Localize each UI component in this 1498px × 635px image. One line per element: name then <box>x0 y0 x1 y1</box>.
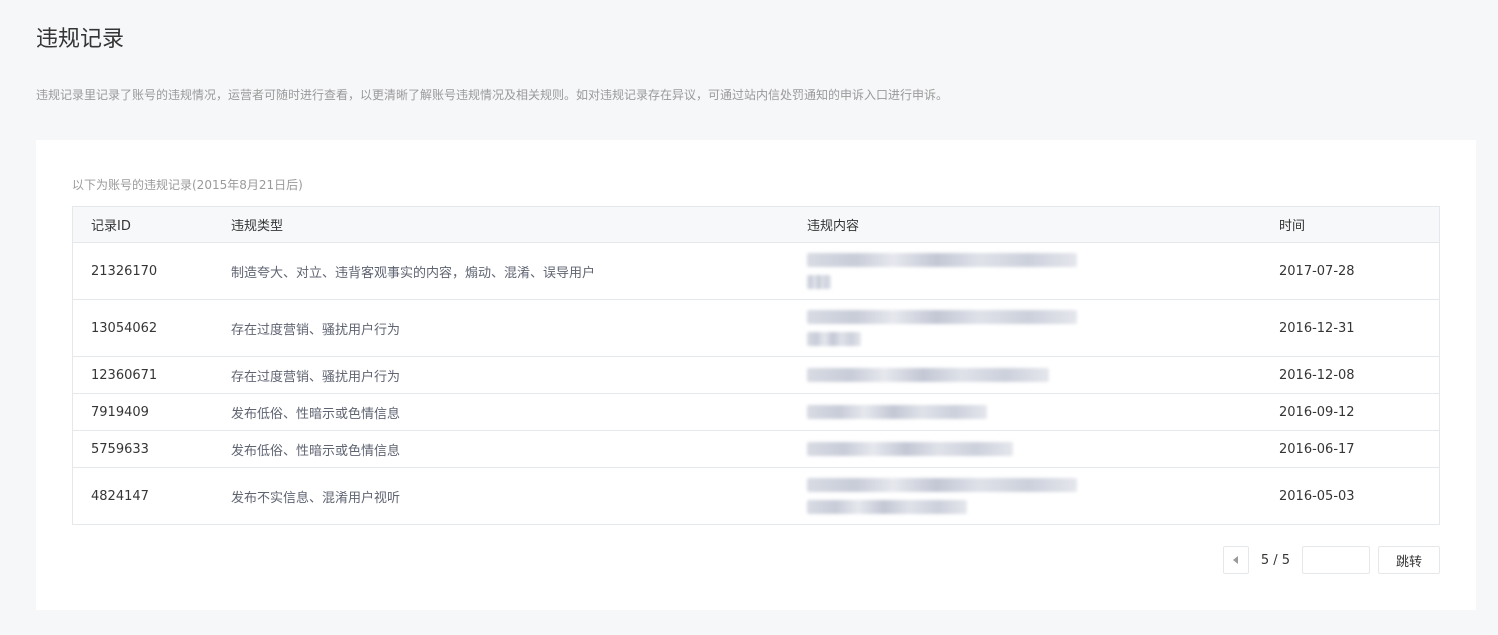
violation-type: 存在过度营销、骚扰用户行为 <box>231 299 807 357</box>
record-time: 2016-09-12 <box>1279 393 1440 431</box>
record-time: 2016-05-03 <box>1279 467 1440 525</box>
record-time: 2016-06-17 <box>1279 430 1440 468</box>
pagination: 5 / 5 跳转 <box>1222 546 1440 574</box>
page-header: 违规记录 违规记录里记录了账号的违规情况，运营者可随时进行查看，以更清晰了解账号… <box>0 0 1498 104</box>
table-row: 4824147 发布不实信息、混淆用户视听 2016-05-03 <box>72 467 1440 525</box>
record-id: 12360671 <box>72 356 231 394</box>
violation-content <box>807 299 1279 357</box>
triangle-left-icon <box>1233 556 1239 564</box>
column-header-time: 时间 <box>1279 206 1440 243</box>
table-row: 5759633 发布低俗、性暗示或色情信息 2016-06-17 <box>72 430 1440 468</box>
violation-type: 存在过度营销、骚扰用户行为 <box>231 356 807 394</box>
table-row: 12360671 存在过度营销、骚扰用户行为 2016-12-08 <box>72 356 1440 394</box>
blurred-content <box>807 478 1279 514</box>
table-row: 21326170 制造夸大、对立、违背客观事实的内容，煽动、混淆、误导用户 2017… <box>72 242 1440 300</box>
violation-content <box>807 242 1279 300</box>
record-id: 5759633 <box>72 430 231 468</box>
violation-type: 发布低俗、性暗示或色情信息 <box>231 430 807 468</box>
violation-content <box>807 430 1279 468</box>
blurred-text-line <box>807 275 831 289</box>
blurred-text-line <box>807 253 1077 267</box>
violation-content <box>807 467 1279 525</box>
record-time: 2016-12-08 <box>1279 356 1440 394</box>
table-header-row: 记录ID 违规类型 违规内容 时间 <box>72 206 1440 243</box>
column-header-type: 违规类型 <box>231 206 807 243</box>
page-title: 违规记录 <box>36 27 125 52</box>
record-id: 7919409 <box>72 393 231 431</box>
violation-content <box>807 393 1279 431</box>
prev-page-button[interactable] <box>1222 546 1249 574</box>
blurred-text-line <box>807 478 1077 492</box>
violation-content <box>807 356 1279 394</box>
blurred-content <box>807 405 1279 419</box>
column-header-content: 违规内容 <box>807 206 1279 243</box>
page-indicator: 5 / 5 <box>1260 552 1290 568</box>
blurred-content <box>807 442 1279 456</box>
table-row: 7919409 发布低俗、性暗示或色情信息 2016-09-12 <box>72 393 1440 431</box>
record-id: 13054062 <box>72 299 231 357</box>
violation-type: 发布低俗、性暗示或色情信息 <box>231 393 807 431</box>
records-body: 21326170 制造夸大、对立、违背客观事实的内容，煽动、混淆、误导用户 2017… <box>72 242 1440 525</box>
record-id: 21326170 <box>72 242 231 300</box>
blurred-text-line <box>807 310 1077 324</box>
record-time: 2017-07-28 <box>1279 242 1440 300</box>
blurred-content <box>807 368 1279 382</box>
blurred-text-line <box>807 405 987 419</box>
records-caption: 以下为账号的违规记录(2015年8月21日后) <box>72 178 303 192</box>
blurred-content <box>807 253 1279 289</box>
page-description: 违规记录里记录了账号的违规情况，运营者可随时进行查看，以更清晰了解账号违规情况及… <box>36 88 949 102</box>
page-jump-input[interactable] <box>1302 546 1370 574</box>
blurred-text-line <box>807 442 1013 456</box>
blurred-text-line <box>807 368 1049 382</box>
blurred-text-line <box>807 332 861 346</box>
records-card: 以下为账号的违规记录(2015年8月21日后) 记录ID 违规类型 违规内容 时… <box>36 140 1476 610</box>
record-id: 4824147 <box>72 467 231 525</box>
table-row: 13054062 存在过度营销、骚扰用户行为 2016-12-31 <box>72 299 1440 357</box>
blurred-content <box>807 310 1279 346</box>
violation-type: 发布不实信息、混淆用户视听 <box>231 467 807 525</box>
column-header-id: 记录ID <box>72 206 231 243</box>
violation-type: 制造夸大、对立、违背客观事实的内容，煽动、混淆、误导用户 <box>231 242 807 300</box>
records-table: 记录ID 违规类型 违规内容 时间 21326170 制造夸大、对立、违背客观事实… <box>72 206 1440 525</box>
blurred-text-line <box>807 500 967 514</box>
record-time: 2016-12-31 <box>1279 299 1440 357</box>
jump-button[interactable]: 跳转 <box>1378 546 1440 574</box>
